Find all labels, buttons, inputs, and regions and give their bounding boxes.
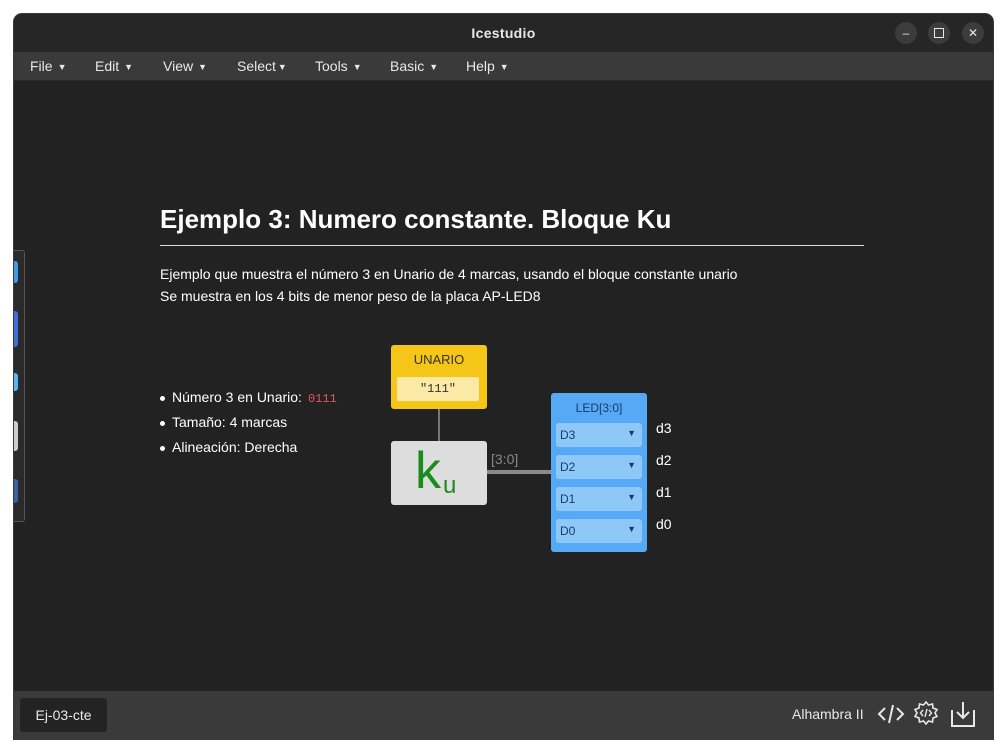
board-selector[interactable]: Alhambra II	[792, 706, 864, 722]
close-button[interactable]: ✕	[962, 22, 984, 44]
menu-select-label: Select	[237, 58, 276, 74]
title-bar: Icestudio – ✕	[14, 14, 993, 52]
dock-item[interactable]	[14, 479, 18, 503]
menu-bar: File ▼ Edit ▼ View ▼ Select ▼ Tools ▼ Basic ▼ …	[14, 52, 993, 81]
wire-vertical[interactable]	[438, 409, 440, 441]
bus-wire[interactable]	[487, 470, 551, 474]
list-item: Número 3 en Unario: 0111	[160, 389, 337, 414]
chevron-down-icon: ▼	[124, 62, 134, 72]
led-pin-select[interactable]: D3 ▼	[556, 423, 642, 447]
unario-constant-block[interactable]: UNARIO "111"	[391, 345, 487, 409]
chevron-down-icon: ▼	[277, 62, 287, 72]
app-window: Icestudio – ✕ File ▼ Edit ▼ View ▼ Select ▼ …	[14, 14, 993, 739]
maximize-icon	[934, 28, 944, 38]
pin-label: d1	[656, 484, 672, 500]
led-pin-select[interactable]: D0 ▼	[556, 519, 642, 543]
document-heading: Ejemplo 3: Numero constante. Bloque Ku	[160, 204, 864, 246]
pin-label: d0	[656, 516, 672, 532]
chevron-down-icon: ▼	[499, 62, 509, 72]
led-pin-value: D2	[560, 460, 576, 474]
bus-label: [3:0]	[491, 451, 519, 467]
menu-help[interactable]: Help ▼	[466, 58, 509, 74]
info-document: Ejemplo 3: Numero constante. Bloque Ku E…	[160, 204, 864, 307]
chevron-down-icon: ▼	[627, 460, 636, 470]
menu-tools[interactable]: Tools ▼	[315, 58, 362, 74]
chevron-down-icon: ▼	[198, 62, 208, 72]
minimize-button[interactable]: –	[895, 22, 917, 44]
download-icon[interactable]	[949, 700, 977, 728]
window-title: Icestudio	[471, 25, 536, 41]
led-block-title: LED[3:0]	[575, 401, 623, 415]
menu-file[interactable]: File ▼	[30, 58, 66, 74]
unario-value-field[interactable]: "111"	[397, 377, 479, 401]
chevron-down-icon: ▼	[627, 524, 636, 534]
menu-edit[interactable]: Edit ▼	[95, 58, 133, 74]
menu-basic[interactable]: Basic ▼	[390, 58, 438, 74]
menu-select[interactable]: Select ▼	[237, 58, 287, 74]
ku-block[interactable]: k u	[391, 441, 487, 505]
led-output-block[interactable]: LED[3:0] D3 ▼ D2 ▼ D1 ▼ D0 ▼	[551, 393, 647, 552]
led-pin-value: D0	[560, 524, 576, 538]
dock-item[interactable]	[14, 311, 18, 347]
file-tab[interactable]: Ej-03-cte	[20, 698, 107, 732]
gear-code-icon[interactable]	[912, 700, 940, 728]
code-icon[interactable]	[877, 700, 905, 728]
footer-bar: Ej-03-cte Alhambra II	[14, 691, 993, 739]
chevron-down-icon: ▼	[429, 62, 439, 72]
document-description: Ejemplo que muestra el número 3 en Unari…	[160, 263, 864, 307]
ku-subscript: u	[443, 472, 457, 499]
description-line: Ejemplo que muestra el número 3 en Unari…	[160, 266, 738, 282]
list-item-text: Alineación: Derecha	[172, 439, 298, 455]
led-pin-value: D1	[560, 492, 576, 506]
minimize-icon: –	[902, 26, 910, 40]
pin-label: d2	[656, 452, 672, 468]
list-item: Alineación: Derecha	[160, 439, 337, 464]
info-list: Número 3 en Unario: 0111 Tamaño: 4 marcas…	[160, 389, 337, 464]
chevron-down-icon: ▼	[57, 62, 67, 72]
list-item: Tamaño: 4 marcas	[160, 414, 337, 439]
list-item-text: Número 3 en Unario:	[172, 389, 302, 405]
led-pin-value: D3	[560, 428, 576, 442]
dock-item[interactable]	[14, 261, 18, 283]
led-pin-select[interactable]: D1 ▼	[556, 487, 642, 511]
menu-file-label: File	[30, 58, 53, 74]
led-pin-select[interactable]: D2 ▼	[556, 455, 642, 479]
chevron-down-icon: ▼	[627, 428, 636, 438]
unario-block-title: UNARIO	[413, 352, 465, 367]
ku-symbol: k	[415, 442, 441, 500]
maximize-button[interactable]	[928, 22, 950, 44]
menu-view-label: View	[163, 58, 194, 74]
menu-help-label: Help	[466, 58, 495, 74]
side-dock[interactable]	[14, 250, 25, 522]
code-value: 0111	[307, 392, 337, 406]
description-line: Se muestra en los 4 bits de menor peso d…	[160, 288, 541, 304]
dock-item[interactable]	[14, 421, 18, 451]
dock-item[interactable]	[14, 373, 18, 391]
menu-tools-label: Tools	[315, 58, 348, 74]
list-item-text: Tamaño: 4 marcas	[172, 414, 288, 430]
chevron-down-icon: ▼	[627, 492, 636, 502]
menu-basic-label: Basic	[390, 58, 425, 74]
chevron-down-icon: ▼	[352, 62, 362, 72]
menu-view[interactable]: View ▼	[163, 58, 207, 74]
menu-edit-label: Edit	[95, 58, 120, 74]
pin-label: d3	[656, 420, 672, 436]
close-icon: ✕	[967, 26, 979, 40]
